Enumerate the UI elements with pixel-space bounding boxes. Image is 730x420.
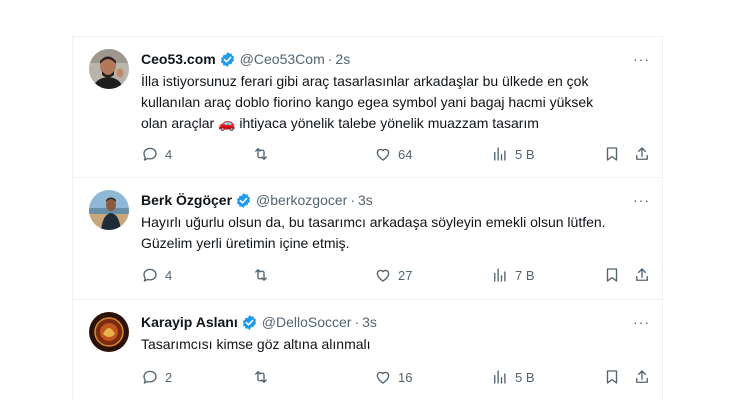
views-count: 5 B (515, 146, 535, 162)
tweet-text-line: kullanılan araç doblo fiorino kango egea… (141, 94, 594, 110)
like-button[interactable]: 27 (374, 266, 412, 284)
avatar[interactable] (89, 312, 129, 352)
reply-icon (143, 370, 157, 384)
tweet-text-line: olan araçlar 🚗 ihtiyaca yönelik talebe y… (141, 115, 539, 131)
views-button[interactable]: 7 B (491, 266, 535, 284)
bookmark-button[interactable] (603, 266, 621, 284)
like-button[interactable]: 64 (374, 145, 412, 163)
reply-count: 2 (165, 369, 173, 385)
reply-icon (143, 268, 157, 282)
timestamp[interactable]: 2s (335, 51, 350, 67)
tweet-header: Berk Özgöçer @berkozgocer · 3s (141, 190, 373, 210)
tweet-text-line: İlla istiyorsunuz ferari gibi araç tasar… (141, 73, 589, 89)
tweet[interactable]: Berk Özgöçer @berkozgocer · 3s ··· Hayır… (73, 178, 662, 300)
tweet-header: Ceo53.com @Ceo53Com · 2s (141, 49, 350, 69)
like-icon (376, 148, 390, 161)
share-icon (636, 147, 648, 160)
views-icon (494, 268, 506, 282)
views-count: 5 B (515, 369, 535, 385)
like-icon (376, 371, 390, 384)
author-name[interactable]: Karayip Aslanı (141, 314, 238, 330)
retweet-button[interactable] (252, 145, 276, 163)
views-icon (494, 370, 506, 384)
verified-icon (241, 314, 258, 331)
views-icon (494, 147, 506, 161)
tweet-text: İlla istiyorsunuz ferari gibi araç tasar… (141, 71, 646, 134)
bookmark-button[interactable] (603, 145, 621, 163)
avatar[interactable] (89, 49, 129, 89)
separator-dot: · (327, 51, 333, 67)
separator-dot: · (350, 192, 355, 208)
more-icon[interactable]: ··· (633, 314, 650, 330)
author-handle[interactable]: @berkozgocer (256, 192, 347, 208)
author-handle[interactable]: @Ceo53Com (240, 51, 325, 67)
tweet-text-line: Tasarımcısı kimse göz altına alınmalı (141, 336, 371, 352)
tweet-text-line: Güzelim yerli üretimin içine etmiş. (141, 235, 350, 251)
verified-icon (219, 51, 236, 68)
share-button[interactable] (633, 266, 651, 284)
share-icon (636, 268, 648, 281)
tweet-actions: 4 64 5 B (141, 145, 650, 165)
reply-button[interactable]: 2 (141, 368, 172, 386)
tweet[interactable]: Ceo53.com @Ceo53Com · 2s ··· İlla istiyo… (73, 37, 662, 178)
tweet-actions: 4 27 7 B (141, 266, 650, 286)
views-button[interactable]: 5 B (491, 368, 535, 386)
views-button[interactable]: 5 B (491, 145, 535, 163)
like-count: 64 (398, 146, 413, 162)
verified-icon (235, 192, 252, 209)
tweet[interactable]: Karayip Aslanı @DelloSoccer · 3s ··· Tas… (73, 300, 662, 401)
author-name[interactable]: Ceo53.com (141, 51, 216, 67)
tweet-text-line: Hayırlı uğurlu olsun da, bu tasarımcı ar… (141, 214, 606, 230)
like-icon (376, 269, 390, 282)
tweet-header: Karayip Aslanı @DelloSoccer · 3s (141, 312, 377, 332)
reply-count: 4 (165, 267, 173, 283)
more-icon[interactable]: ··· (633, 192, 650, 208)
retweet-button[interactable] (252, 368, 276, 386)
timestamp[interactable]: 3s (362, 314, 377, 330)
retweet-icon (255, 148, 267, 160)
bookmark-icon (606, 268, 618, 282)
tweet-text: Tasarımcısı kimse göz altına alınmalı (141, 334, 646, 355)
retweet-icon (255, 269, 267, 281)
bookmark-icon (606, 147, 618, 161)
reply-button[interactable]: 4 (141, 145, 172, 163)
tweet-actions: 2 16 5 B (141, 368, 650, 388)
bookmark-button[interactable] (603, 368, 621, 386)
more-icon[interactable]: ··· (633, 51, 650, 67)
retweet-icon (255, 371, 267, 383)
author-name[interactable]: Berk Özgöçer (141, 192, 232, 208)
tweet-text: Hayırlı uğurlu olsun da, bu tasarımcı ar… (141, 212, 646, 254)
timestamp[interactable]: 3s (358, 192, 373, 208)
avatar[interactable] (89, 190, 129, 230)
bookmark-icon (606, 370, 618, 384)
like-button[interactable]: 16 (374, 368, 412, 386)
reply-count: 4 (165, 146, 173, 162)
views-count: 7 B (515, 267, 535, 283)
retweet-button[interactable] (252, 266, 276, 284)
like-count: 27 (398, 267, 413, 283)
author-handle[interactable]: @DelloSoccer (262, 314, 352, 330)
like-count: 16 (398, 369, 413, 385)
reply-icon (143, 147, 157, 161)
separator-dot: · (354, 314, 360, 330)
share-button[interactable] (633, 368, 651, 386)
share-icon (636, 370, 648, 383)
share-button[interactable] (633, 145, 651, 163)
timeline: Ceo53.com @Ceo53Com · 2s ··· İlla istiyo… (72, 36, 663, 400)
reply-button[interactable]: 4 (141, 266, 172, 284)
